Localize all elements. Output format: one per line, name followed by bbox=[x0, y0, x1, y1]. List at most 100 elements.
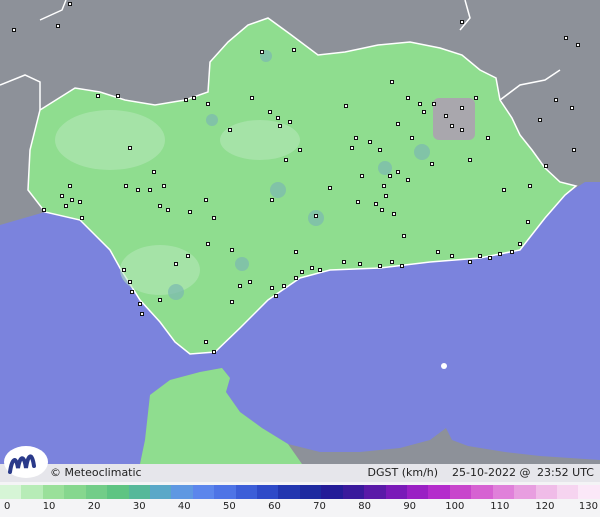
station-marker[interactable] bbox=[238, 284, 242, 288]
station-marker[interactable] bbox=[80, 216, 84, 220]
station-marker[interactable] bbox=[460, 20, 464, 24]
station-marker[interactable] bbox=[166, 208, 170, 212]
station-marker[interactable] bbox=[204, 198, 208, 202]
station-marker[interactable] bbox=[392, 212, 396, 216]
station-marker[interactable] bbox=[430, 162, 434, 166]
station-marker[interactable] bbox=[358, 262, 362, 266]
station-marker[interactable] bbox=[60, 194, 64, 198]
station-marker[interactable] bbox=[378, 148, 382, 152]
station-marker[interactable] bbox=[342, 260, 346, 264]
station-marker[interactable] bbox=[274, 294, 278, 298]
station-marker[interactable] bbox=[158, 298, 162, 302]
station-marker[interactable] bbox=[360, 174, 364, 178]
station-marker[interactable] bbox=[390, 80, 394, 84]
station-marker[interactable] bbox=[418, 102, 422, 106]
station-marker[interactable] bbox=[282, 284, 286, 288]
station-marker[interactable] bbox=[390, 260, 394, 264]
station-marker[interactable] bbox=[292, 48, 296, 52]
station-marker[interactable] bbox=[124, 184, 128, 188]
station-marker[interactable] bbox=[402, 234, 406, 238]
station-marker[interactable] bbox=[310, 266, 314, 270]
station-marker[interactable] bbox=[444, 114, 448, 118]
station-marker[interactable] bbox=[152, 170, 156, 174]
station-marker[interactable] bbox=[380, 208, 384, 212]
station-marker[interactable] bbox=[300, 270, 304, 274]
station-marker[interactable] bbox=[130, 290, 134, 294]
station-marker[interactable] bbox=[382, 184, 386, 188]
station-marker[interactable] bbox=[96, 94, 100, 98]
station-marker[interactable] bbox=[368, 140, 372, 144]
station-marker[interactable] bbox=[116, 94, 120, 98]
station-marker[interactable] bbox=[68, 2, 72, 6]
station-marker[interactable] bbox=[510, 250, 514, 254]
station-marker[interactable] bbox=[378, 264, 382, 268]
station-marker[interactable] bbox=[270, 198, 274, 202]
station-marker[interactable] bbox=[248, 280, 252, 284]
station-marker[interactable] bbox=[188, 210, 192, 214]
station-marker[interactable] bbox=[576, 43, 580, 47]
station-marker[interactable] bbox=[206, 102, 210, 106]
station-marker[interactable] bbox=[384, 194, 388, 198]
station-marker[interactable] bbox=[526, 220, 530, 224]
station-marker[interactable] bbox=[478, 254, 482, 258]
station-marker[interactable] bbox=[228, 128, 232, 132]
station-marker[interactable] bbox=[250, 96, 254, 100]
station-marker[interactable] bbox=[42, 208, 46, 212]
station-marker[interactable] bbox=[78, 200, 82, 204]
station-marker[interactable] bbox=[70, 198, 74, 202]
station-marker[interactable] bbox=[344, 104, 348, 108]
station-marker[interactable] bbox=[450, 254, 454, 258]
station-marker[interactable] bbox=[328, 186, 332, 190]
station-marker[interactable] bbox=[572, 148, 576, 152]
station-marker[interactable] bbox=[486, 136, 490, 140]
station-marker[interactable] bbox=[56, 24, 60, 28]
station-marker[interactable] bbox=[400, 264, 404, 268]
station-marker[interactable] bbox=[12, 28, 16, 32]
station-marker[interactable] bbox=[488, 256, 492, 260]
station-marker[interactable] bbox=[410, 136, 414, 140]
station-marker[interactable] bbox=[288, 120, 292, 124]
station-marker[interactable] bbox=[356, 200, 360, 204]
station-marker[interactable] bbox=[136, 188, 140, 192]
station-marker[interactable] bbox=[374, 202, 378, 206]
station-marker[interactable] bbox=[128, 280, 132, 284]
station-marker[interactable] bbox=[314, 214, 318, 218]
station-marker[interactable] bbox=[212, 350, 216, 354]
station-marker[interactable] bbox=[564, 36, 568, 40]
station-marker[interactable] bbox=[468, 158, 472, 162]
station-marker[interactable] bbox=[528, 184, 532, 188]
station-marker[interactable] bbox=[544, 164, 548, 168]
station-marker[interactable] bbox=[260, 50, 264, 54]
station-marker[interactable] bbox=[268, 110, 272, 114]
station-marker[interactable] bbox=[206, 242, 210, 246]
station-marker[interactable] bbox=[138, 302, 142, 306]
station-marker[interactable] bbox=[498, 252, 502, 256]
station-marker[interactable] bbox=[350, 146, 354, 150]
station-marker[interactable] bbox=[158, 204, 162, 208]
station-marker[interactable] bbox=[184, 98, 188, 102]
station-marker[interactable] bbox=[148, 188, 152, 192]
station-marker[interactable] bbox=[554, 98, 558, 102]
station-marker[interactable] bbox=[298, 148, 302, 152]
station-marker[interactable] bbox=[162, 184, 166, 188]
station-marker[interactable] bbox=[192, 96, 196, 100]
station-marker[interactable] bbox=[68, 184, 72, 188]
station-marker[interactable] bbox=[204, 340, 208, 344]
station-marker[interactable] bbox=[518, 242, 522, 246]
station-marker[interactable] bbox=[284, 158, 288, 162]
station-marker[interactable] bbox=[460, 106, 464, 110]
station-marker[interactable] bbox=[174, 262, 178, 266]
station-marker[interactable] bbox=[122, 268, 126, 272]
station-marker[interactable] bbox=[396, 122, 400, 126]
station-marker[interactable] bbox=[294, 276, 298, 280]
station-marker[interactable] bbox=[502, 188, 506, 192]
station-marker[interactable] bbox=[140, 312, 144, 316]
station-marker[interactable] bbox=[406, 178, 410, 182]
station-marker[interactable] bbox=[64, 204, 68, 208]
station-marker[interactable] bbox=[406, 96, 410, 100]
station-marker[interactable] bbox=[278, 124, 282, 128]
station-marker[interactable] bbox=[468, 260, 472, 264]
station-marker[interactable] bbox=[432, 102, 436, 106]
station-marker[interactable] bbox=[474, 96, 478, 100]
station-marker[interactable] bbox=[570, 106, 574, 110]
